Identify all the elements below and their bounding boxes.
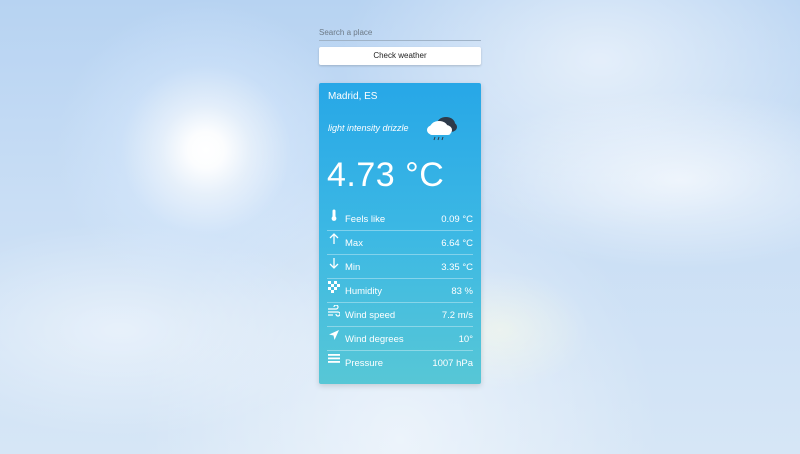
detail-row-wind-degrees: Wind degrees 10° [327,327,473,351]
detail-row-feels-like: Feels like 0.09 °C [327,207,473,231]
arrow-up-icon [329,233,339,244]
thermometer-icon [331,209,337,221]
pressure-icon [328,354,340,363]
detail-value: 10° [458,334,473,345]
temperature-value: 4.73 °C [327,156,445,194]
search-input[interactable] [319,25,481,41]
detail-label: Min [345,262,361,273]
cloud-drizzle-icon [427,117,457,141]
detail-label: Max [345,238,363,249]
detail-value: 3.35 °C [441,262,473,273]
weather-description: light intensity drizzle [328,123,409,133]
location-label: Madrid, ES [328,91,378,102]
detail-label: Wind speed [345,310,396,321]
weather-card: Madrid, ES light intensity drizzle 4.73 … [319,83,481,384]
detail-row-wind-speed: Wind speed 7.2 m/s [327,303,473,327]
detail-row-pressure: Pressure 1007 hPa [327,351,473,375]
detail-label: Wind degrees [345,334,404,345]
arrow-down-icon [329,258,339,269]
detail-value: 0.09 °C [441,214,473,225]
search-container [319,22,481,41]
detail-row-min: Min 3.35 °C [327,255,473,279]
detail-label: Humidity [345,286,382,297]
detail-label: Pressure [345,358,384,369]
detail-row-humidity: Humidity 83 % [327,279,473,303]
detail-value: 1007 hPa [432,358,473,369]
detail-row-max: Max 6.64 °C [327,231,473,255]
weather-details-list: Feels like 0.09 °C Max 6.64 °C Min 3.35 … [327,207,473,375]
detail-value: 6.64 °C [441,238,473,249]
navigation-arrow-icon [329,330,339,340]
check-weather-button[interactable]: Check weather [319,47,481,65]
humidity-icon [328,281,340,293]
wind-icon [328,305,340,317]
detail-value: 7.2 m/s [441,310,473,321]
detail-value: 83 % [451,286,473,297]
detail-label: Feels like [345,214,386,225]
